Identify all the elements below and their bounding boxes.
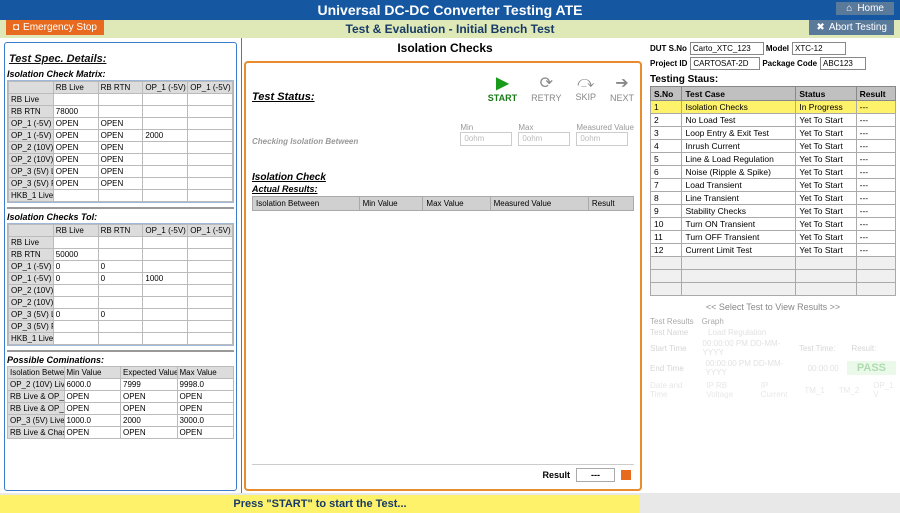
test-row[interactable]: 5Line & Load RegulationYet To Start---: [651, 153, 896, 166]
max-value-box: 0ohm: [518, 132, 570, 146]
abort-testing-button[interactable]: ✖ Abort Testing: [809, 20, 894, 35]
result-value: ---: [576, 468, 615, 482]
page-subtitle: Test & Evaluation - Initial Bench Test: [346, 22, 555, 36]
test-row[interactable]: 3Loop Entry & Exit TestYet To Start---: [651, 127, 896, 140]
dut-sno-input[interactable]: [690, 42, 764, 55]
testing-status-table[interactable]: S.NoTest CaseStatusResult 1Isolation Che…: [650, 86, 896, 296]
stop-icon: ◘: [13, 22, 19, 33]
subtitle-bar: ◘ Emergency Stop Test & Evaluation - Ini…: [0, 20, 900, 38]
actual-results-header: Actual Results:: [252, 184, 634, 194]
project-id-input[interactable]: [690, 57, 760, 70]
measured-value-box: 0ohm: [576, 132, 628, 146]
test-row[interactable]: 6Noise (Ripple & Spike)Yet To Start---: [651, 166, 896, 179]
pass-badge: PASS: [847, 361, 896, 375]
titlebar: Universal DC-DC Converter Testing ATE ⌂ …: [0, 0, 900, 20]
isolation-matrix-table[interactable]: RB LiveRB RTNOP_1 (-5V) LiveOP_1 (-5V) R…: [8, 81, 233, 202]
next-button[interactable]: ➔ NEXT: [610, 73, 634, 103]
abort-icon: ✖: [816, 22, 824, 33]
emergency-stop-button[interactable]: ◘ Emergency Stop: [6, 20, 104, 35]
testing-status-label: Testing Staus:: [650, 74, 896, 85]
play-icon: ▶: [496, 73, 508, 93]
comb-title: Possible Cominations:: [7, 355, 234, 365]
test-row[interactable]: 9Stability ChecksYet To Start---: [651, 205, 896, 218]
tab-graph[interactable]: Graph: [702, 317, 724, 326]
test-row[interactable]: 11Turn OFF TransientYet To Start---: [651, 231, 896, 244]
test-row[interactable]: 12Current Limit TestYet To Start---: [651, 244, 896, 257]
tab-test-results[interactable]: Test Results: [650, 317, 694, 326]
status-indicator-icon: [621, 470, 631, 480]
test-row[interactable]: 10Turn ON TransientYet To Start---: [651, 218, 896, 231]
results-preview-panel: Test Results Graph Test NameLoad Regulat…: [650, 317, 896, 401]
next-icon: ➔: [615, 73, 628, 93]
retry-button[interactable]: ⟳ RETRY: [531, 73, 561, 103]
min-value-box: 0ohm: [460, 132, 512, 146]
package-code-input[interactable]: [820, 57, 866, 70]
test-status-panel: Test Status: ▶ START ⟳ RETRY ⤼ SKIP: [244, 61, 642, 491]
abort-label: Abort Testing: [829, 22, 887, 33]
app-title: Universal DC-DC Converter Testing ATE: [317, 2, 582, 18]
tol-title: Isolation Checks Tol:: [7, 212, 234, 222]
test-row[interactable]: 4Inrush CurrentYet To Start---: [651, 140, 896, 153]
test-row[interactable]: 1Isolation ChecksIn Progress---: [651, 101, 896, 114]
center-title: Isolation Checks: [242, 38, 648, 55]
combinations-table[interactable]: Isolation BetweenMin ValueExpected Value…: [7, 366, 234, 439]
retry-icon: ⟳: [540, 73, 553, 93]
result-label: Result: [542, 470, 570, 480]
home-label: Home: [857, 3, 884, 14]
test-row[interactable]: 8Line TransientYet To Start---: [651, 192, 896, 205]
model-input[interactable]: [792, 42, 846, 55]
skip-button[interactable]: ⤼ SKIP: [575, 74, 596, 102]
select-test-hint: << Select Test to View Results >>: [650, 302, 896, 312]
spec-title: Test Spec. Details:: [9, 53, 234, 65]
emergency-label: Emergency Stop: [23, 22, 97, 33]
checking-label: Checking Isolation Between: [252, 137, 454, 146]
home-button[interactable]: ⌂ Home: [836, 2, 894, 15]
spec-panel: Test Spec. Details: Isolation Check Matr…: [0, 38, 242, 493]
matrix-title: Isolation Check Matrix:: [7, 69, 234, 79]
test-status-label: Test Status:: [252, 91, 315, 103]
home-icon: ⌂: [846, 3, 852, 14]
test-row[interactable]: 2No Load TestYet To Start---: [651, 114, 896, 127]
test-row[interactable]: 7Load TransientYet To Start---: [651, 179, 896, 192]
isolation-tol-table[interactable]: RB LiveRB RTNOP_1 (-5V) LiveOP_1 (-5V) R…: [8, 224, 233, 345]
iso-check-header: Isolation Check: [252, 172, 634, 183]
actual-results-table[interactable]: Isolation BetweenMin ValueMax ValueMeasu…: [252, 196, 634, 211]
skip-icon: ⤼: [577, 74, 594, 92]
status-panel: DUT S.No Model Project ID Package Code T…: [648, 38, 900, 493]
footer-hint: Press "START" to start the Test...: [0, 495, 640, 513]
start-button[interactable]: ▶ START: [488, 73, 517, 103]
